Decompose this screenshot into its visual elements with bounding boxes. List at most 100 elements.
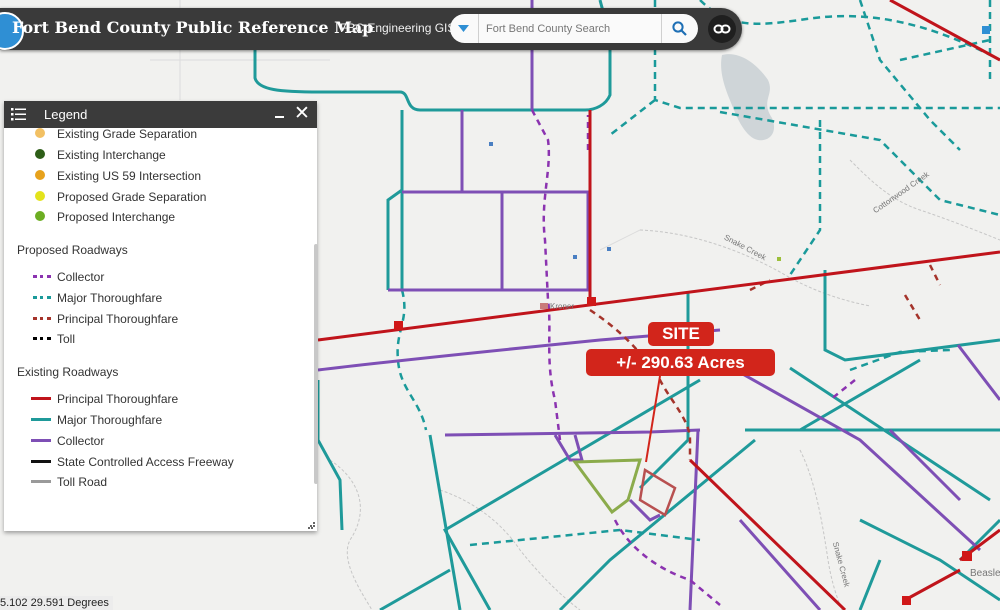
road-proposed-collector — [613, 519, 721, 606]
search-box — [450, 14, 698, 43]
road-collector — [956, 344, 1000, 401]
legend-item: Proposed Grade Separation — [4, 187, 304, 207]
dashed-line-symbol — [33, 296, 51, 299]
place-marker — [982, 26, 990, 34]
solid-line-symbol — [31, 397, 51, 400]
list-icon — [11, 108, 26, 121]
link-icon — [713, 24, 731, 34]
dot-symbol — [35, 128, 45, 138]
legend-item-label: Collector — [57, 270, 105, 284]
legend-item-label: Collector — [57, 434, 105, 448]
place-label: Beasley — [970, 568, 1000, 579]
legend-item-label: Major Thoroughfare — [57, 291, 163, 305]
road-proposed-collector — [829, 379, 856, 401]
intersection-marker — [394, 321, 403, 330]
site-acreage-label: +/- 290.63 Acres — [586, 349, 775, 376]
close-button[interactable]: ✕ — [293, 104, 311, 124]
solid-line-symbol — [31, 460, 51, 463]
road-principal-thoroughfare — [688, 458, 847, 610]
road-major-thoroughfare — [316, 380, 344, 531]
road-proposed-major — [788, 120, 822, 276]
legend-item: Collector — [4, 267, 304, 287]
legend-item-label: Proposed Interchange — [57, 210, 176, 224]
legend-section-heading: Existing Roadways — [17, 365, 119, 379]
site-callout: SITE +/- 290.63 Acres — [586, 322, 775, 376]
intersection-marker — [962, 551, 972, 561]
legend-item: Major Thoroughfare — [4, 288, 304, 308]
legend-item-label: Existing Grade Separation — [57, 128, 198, 141]
solid-line-symbol — [31, 480, 51, 483]
dot-symbol — [35, 170, 45, 180]
road-proposed-major — [849, 348, 951, 372]
app-header: Fort Bend County Public Reference Map FB… — [0, 8, 742, 50]
app-subtitle: FBC Engineering GIS — [340, 21, 456, 35]
search-source-dropdown[interactable] — [450, 14, 479, 43]
road-major-thoroughfare — [823, 270, 1000, 362]
search-button[interactable] — [661, 14, 698, 43]
legend-item-label: Proposed Grade Separation — [57, 190, 207, 204]
solid-line-symbol — [31, 439, 51, 442]
road-collector — [688, 429, 822, 610]
road-proposed-major — [469, 528, 701, 547]
town-marker — [540, 303, 548, 309]
legend-item: State Controlled Access Freeway — [4, 452, 304, 472]
legend-item: Toll Road — [4, 472, 304, 492]
road-proposed-major — [858, 0, 961, 151]
town-label: Kroner — [550, 302, 575, 311]
legend-body[interactable]: Existing Grade Separation Existing Inter… — [4, 128, 317, 531]
legend-item: Existing Grade Separation — [4, 128, 304, 144]
minimize-icon — [275, 116, 284, 118]
legend-item: Principal Thoroughfare — [4, 389, 304, 409]
resize-handle-icon[interactable] — [308, 522, 315, 529]
dashed-line-symbol — [33, 275, 51, 278]
map-mark — [489, 142, 493, 146]
map-mark — [777, 257, 781, 261]
legend-header: Legend ✕ — [4, 101, 317, 128]
legend-item: Principal Thoroughfare — [4, 309, 304, 329]
road-collector — [444, 428, 701, 437]
legend-item-label: State Controlled Access Freeway — [57, 455, 234, 469]
site-parcel-red — [638, 467, 677, 517]
share-link-button[interactable] — [708, 15, 736, 43]
intersection-marker — [902, 596, 911, 605]
intersection-marker — [587, 297, 596, 306]
close-icon: ✕ — [294, 103, 310, 124]
road-proposed-collector — [530, 109, 562, 441]
road-principal-thoroughfare — [904, 568, 961, 602]
legend-item: Existing US 59 Intersection — [4, 166, 304, 186]
road-major-thoroughfare — [386, 110, 404, 290]
legend-item-label: Toll — [57, 332, 76, 346]
legend-item: Proposed Interchange — [4, 207, 304, 227]
dashed-line-symbol — [33, 337, 51, 340]
coordinate-readout: 5.102 29.591 Degrees — [0, 596, 113, 610]
map-mark — [573, 255, 577, 259]
legend-item-label: Existing Interchange — [57, 148, 166, 162]
legend-section-heading: Proposed Roadways — [17, 243, 128, 257]
dashed-line-symbol — [33, 317, 51, 320]
site-parcel-green — [572, 458, 643, 515]
legend-panel: Legend ✕ Existing Grade Separation Exist… — [4, 101, 318, 531]
road-major-thoroughfare — [858, 518, 1000, 610]
app-title: Fort Bend County Public Reference Map — [12, 18, 374, 37]
legend-item-label: Toll Road — [57, 475, 108, 489]
road-major-thoroughfare — [442, 378, 701, 610]
road-proposed-major — [699, 0, 1000, 62]
legend-item-label: Major Thoroughfare — [57, 413, 163, 427]
road-proposed-major — [899, 38, 991, 62]
search-icon — [672, 21, 687, 36]
legend-item-label: Existing US 59 Intersection — [57, 169, 202, 183]
legend-item-label: Principal Thoroughfare — [57, 312, 179, 326]
legend-item: Existing Interchange — [4, 145, 304, 165]
lake — [721, 54, 775, 141]
legend-item: Toll — [4, 329, 304, 349]
legend-item: Collector — [4, 431, 304, 451]
dot-symbol — [35, 211, 45, 221]
search-input[interactable] — [486, 20, 656, 37]
map-mark — [607, 247, 611, 251]
legend-scrollbar[interactable] — [314, 244, 318, 484]
callout-pointer — [645, 375, 661, 463]
creek-line — [439, 489, 581, 610]
legend-item-label: Principal Thoroughfare — [57, 392, 179, 406]
road-major-thoroughfare — [379, 434, 462, 610]
minimize-button[interactable] — [272, 103, 288, 123]
